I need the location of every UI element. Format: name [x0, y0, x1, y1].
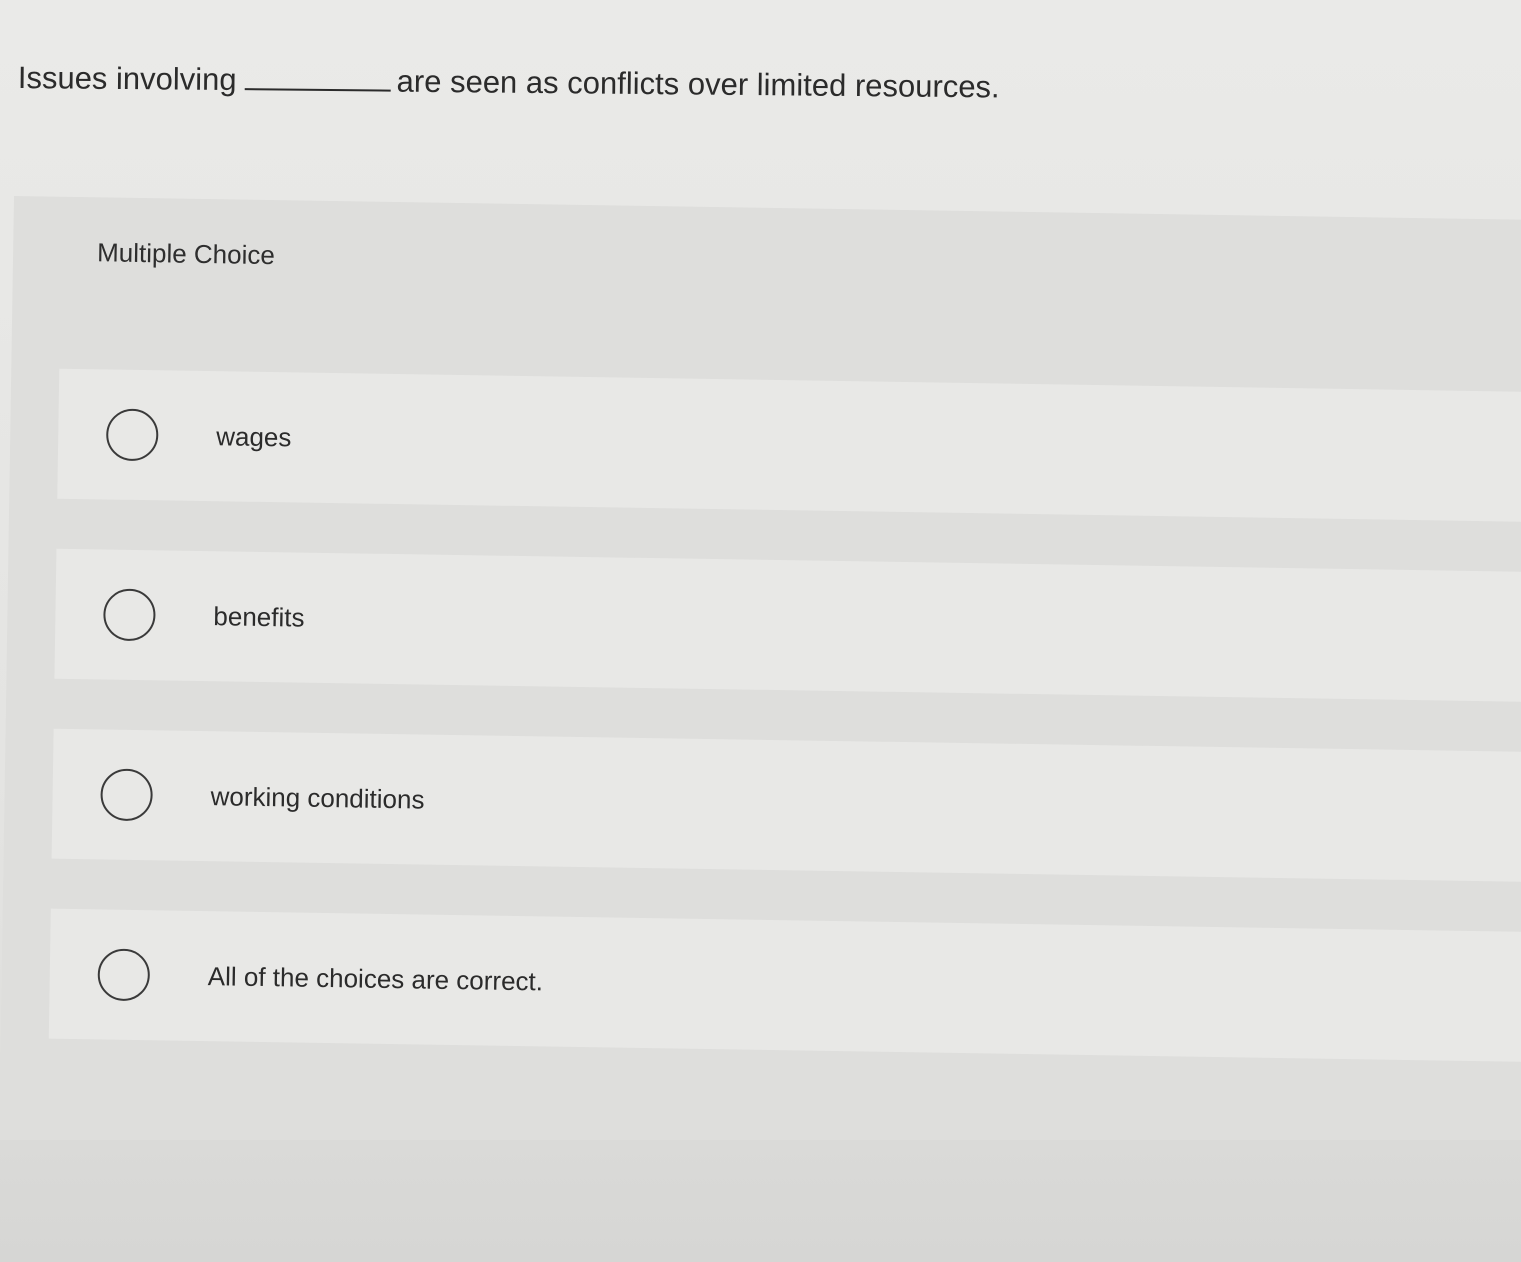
answer-option-working-conditions[interactable]: working conditions — [51, 728, 1521, 883]
answer-option-label: benefits — [213, 600, 305, 633]
answer-option-all-correct[interactable]: All of the choices are correct. — [48, 908, 1521, 1063]
answer-option-wages[interactable]: wages — [57, 368, 1521, 523]
page-bottom-area — [0, 1140, 1521, 1262]
radio-button-icon[interactable] — [105, 408, 159, 462]
answer-option-benefits[interactable]: benefits — [54, 548, 1521, 703]
question-text: Issues involving are seen as conflicts ov… — [18, 58, 1498, 112]
radio-button-icon[interactable] — [103, 588, 156, 642]
answer-blank — [244, 66, 391, 92]
answer-option-label: wages — [216, 420, 292, 452]
question-text-before-blank: Issues involving — [17, 59, 237, 98]
question-type-label: Multiple Choice — [96, 237, 276, 271]
multiple-choice-panel: Multiple Choice wages benefits working c… — [0, 196, 1521, 1166]
question-text-after-blank: are seen as conflicts over limited resou… — [396, 63, 1000, 105]
answer-option-label: working conditions — [210, 780, 425, 815]
answer-option-label: All of the choices are correct. — [207, 960, 544, 996]
quiz-page: Issues involving are seen as conflicts ov… — [0, 0, 1521, 1262]
radio-button-icon[interactable] — [97, 948, 151, 1002]
radio-button-icon[interactable] — [100, 768, 154, 822]
